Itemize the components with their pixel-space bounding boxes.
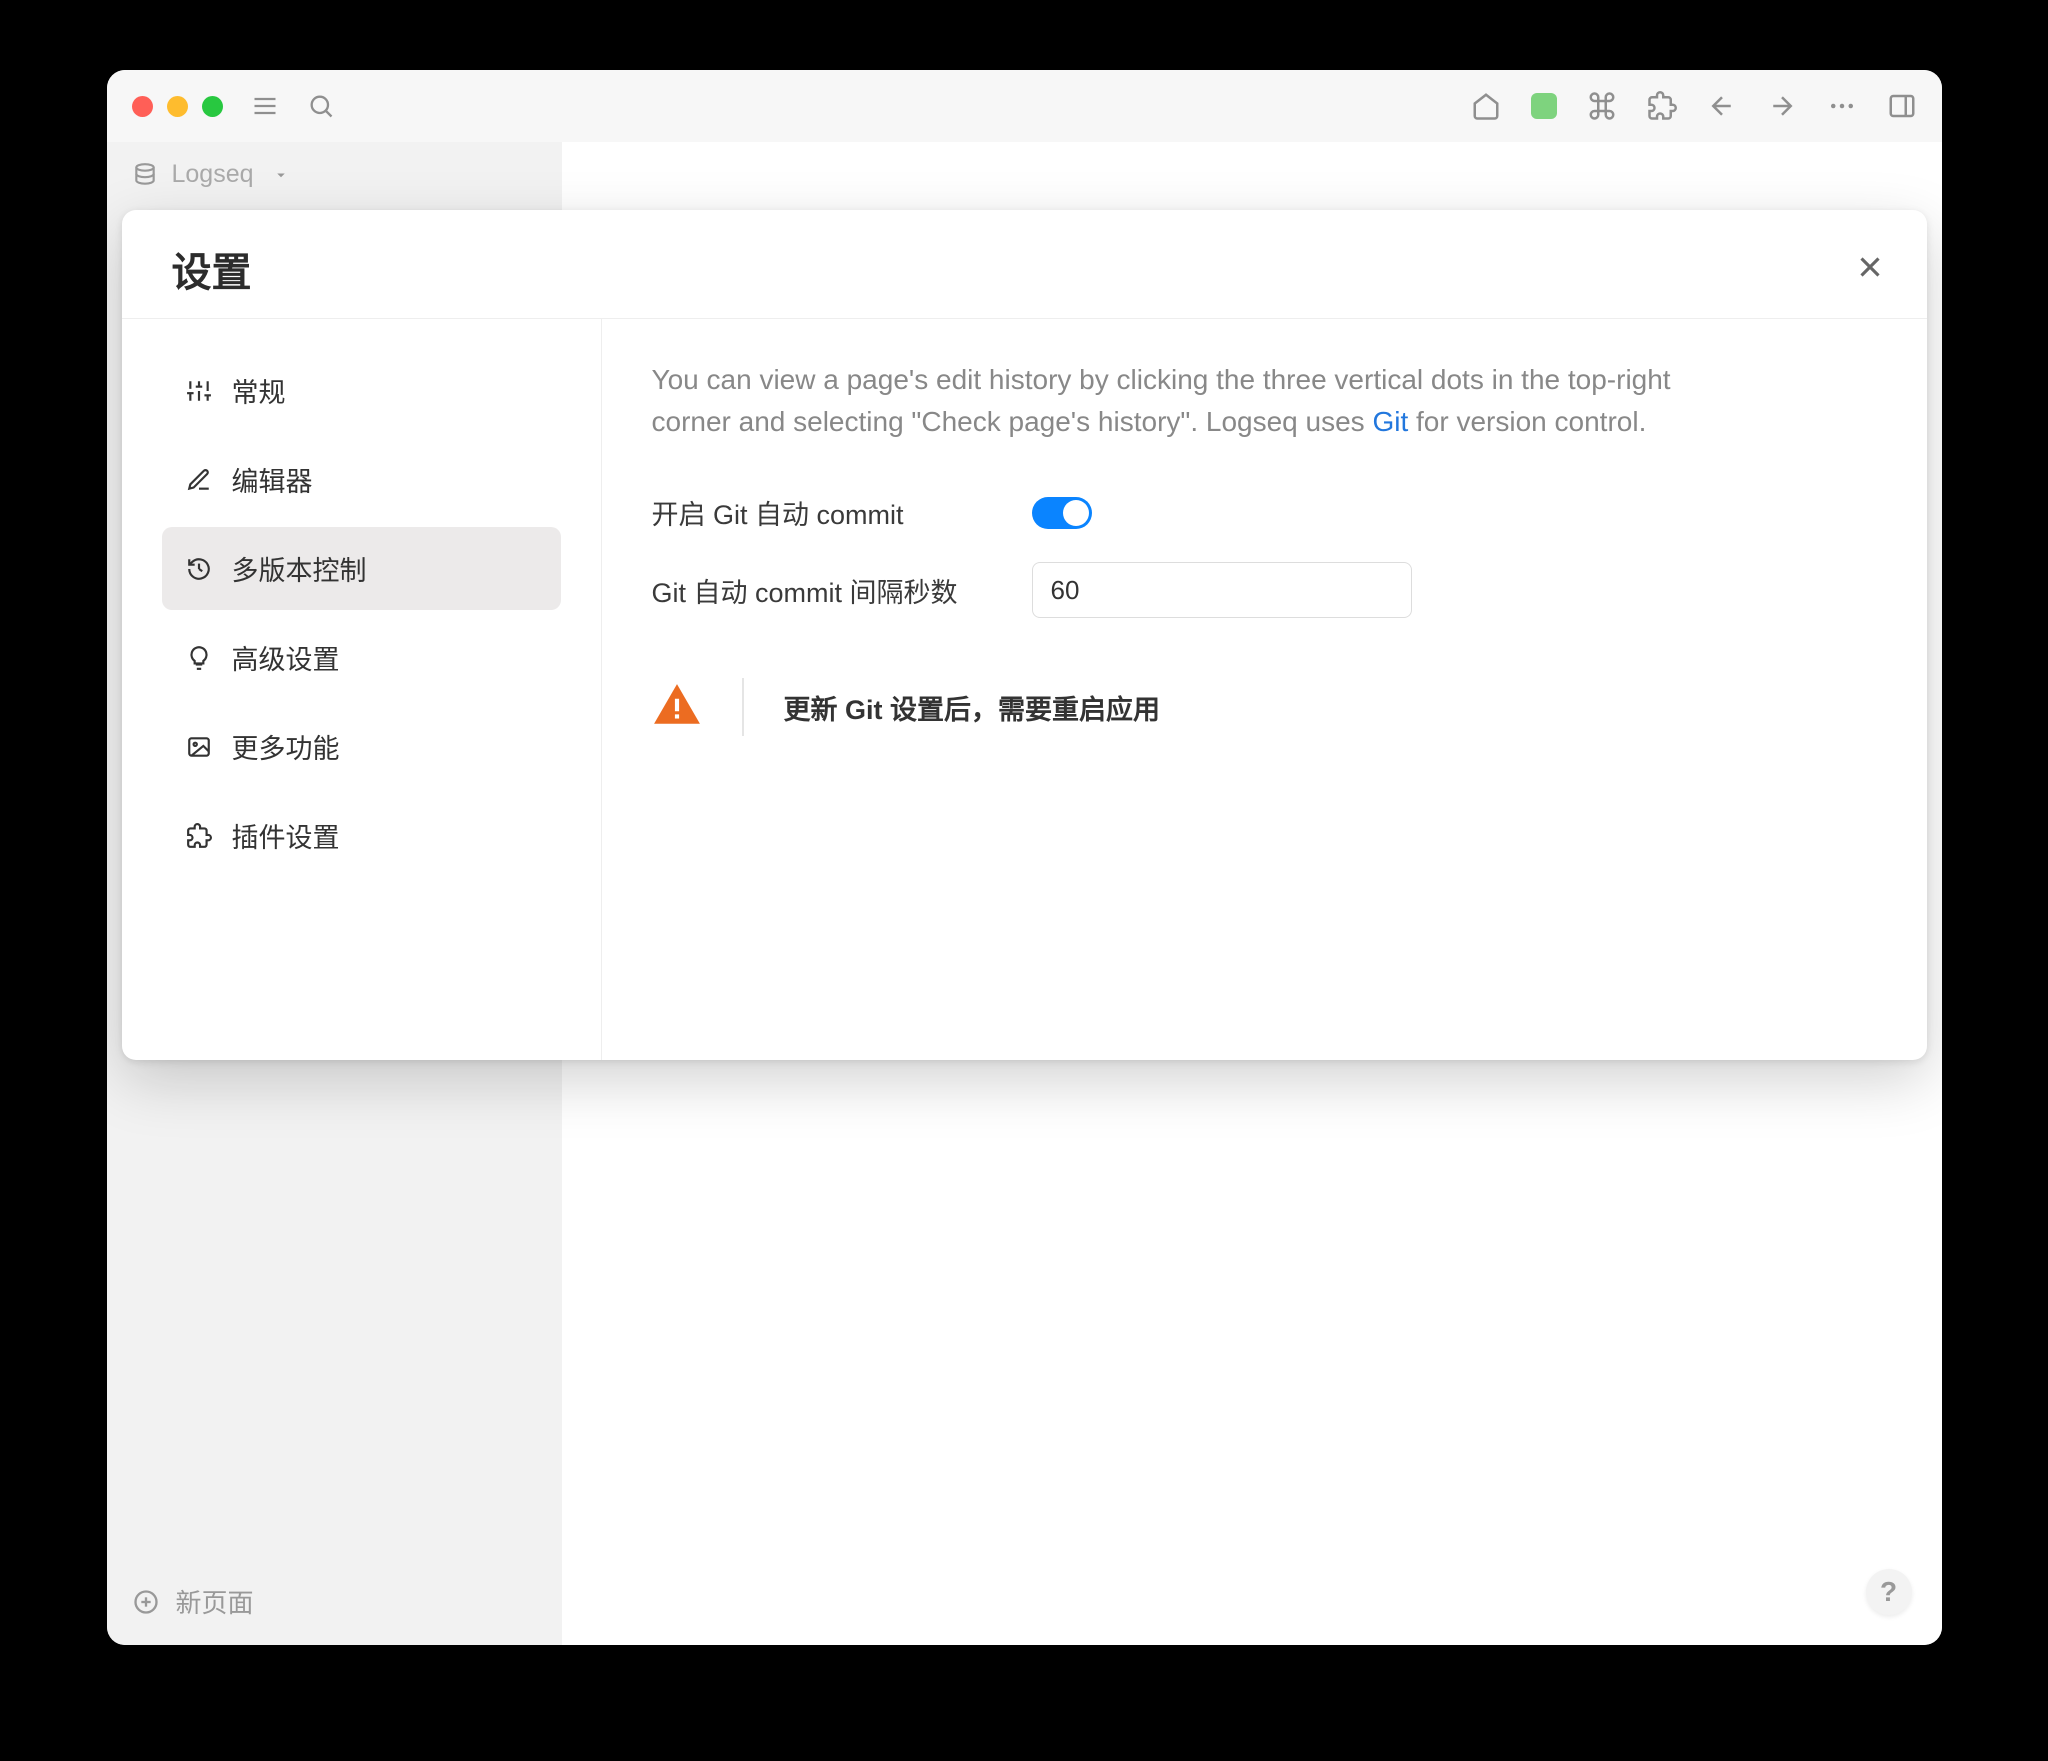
- nav-item-editor[interactable]: 编辑器: [162, 438, 561, 521]
- nav-item-plugin-settings[interactable]: 插件设置: [162, 794, 561, 877]
- help-button[interactable]: ?: [1866, 1569, 1912, 1615]
- right-sidebar-icon[interactable]: [1887, 91, 1917, 121]
- sync-status-icon[interactable]: [1531, 93, 1557, 119]
- description-text: You can view a page's edit history by cl…: [652, 359, 1732, 443]
- warning-text: 更新 Git 设置后，需要重启应用: [784, 688, 1161, 727]
- warning-icon: [652, 680, 702, 735]
- auto-commit-toggle[interactable]: [1032, 497, 1092, 529]
- db-selector[interactable]: Logseq: [132, 160, 537, 189]
- settings-content: You can view a page's edit history by cl…: [602, 319, 1927, 1060]
- traffic-lights: [132, 96, 223, 117]
- titlebar: [107, 70, 1942, 142]
- command-icon[interactable]: [1587, 91, 1617, 121]
- modal-body: 常规 编辑器 多版本控制 高级设置 更多功能: [122, 319, 1927, 1060]
- nav-item-general[interactable]: 常规: [162, 349, 561, 432]
- lightbulb-icon: [186, 645, 212, 671]
- desc-post: for version control.: [1408, 406, 1646, 437]
- new-page-label: 新页面: [176, 1583, 254, 1620]
- nav-item-version-control[interactable]: 多版本控制: [162, 527, 561, 610]
- forward-icon[interactable]: [1767, 91, 1797, 121]
- back-icon[interactable]: [1707, 91, 1737, 121]
- minimize-window-button[interactable]: [167, 96, 188, 117]
- close-icon[interactable]: [1853, 250, 1887, 289]
- more-icon[interactable]: [1827, 91, 1857, 121]
- warning-box: 更新 Git 设置后，需要重启应用: [652, 678, 1877, 736]
- maximize-window-button[interactable]: [202, 96, 223, 117]
- edit-icon: [186, 467, 212, 493]
- interval-input[interactable]: [1032, 562, 1412, 618]
- nav-item-features[interactable]: 更多功能: [162, 705, 561, 788]
- nav-item-label: 多版本控制: [232, 549, 367, 588]
- search-icon[interactable]: [307, 92, 335, 120]
- sliders-icon: [186, 378, 212, 404]
- close-window-button[interactable]: [132, 96, 153, 117]
- settings-nav: 常规 编辑器 多版本控制 高级设置 更多功能: [122, 319, 602, 1060]
- plus-circle-icon: [132, 1588, 160, 1616]
- plugin-icon[interactable]: [1647, 91, 1677, 121]
- nav-item-label: 编辑器: [232, 460, 313, 499]
- image-icon: [186, 734, 212, 760]
- nav-item-label: 更多功能: [232, 727, 340, 766]
- nav-item-label: 高级设置: [232, 638, 340, 677]
- history-icon: [186, 556, 212, 582]
- chevron-down-icon: [272, 166, 290, 184]
- setting-row-interval: Git 自动 commit 间隔秒数: [652, 562, 1877, 618]
- menu-icon[interactable]: [251, 92, 279, 120]
- modal-header: 设置: [122, 210, 1927, 319]
- db-name-label: Logseq: [172, 160, 254, 189]
- puzzle-icon: [186, 823, 212, 849]
- nav-item-advanced[interactable]: 高级设置: [162, 616, 561, 699]
- modal-title: 设置: [172, 240, 252, 298]
- interval-label: Git 自动 commit 间隔秒数: [652, 571, 1032, 610]
- new-page-button[interactable]: 新页面: [132, 1583, 254, 1620]
- nav-item-label: 插件设置: [232, 816, 340, 855]
- nav-item-label: 常规: [232, 371, 286, 410]
- database-icon: [132, 162, 158, 188]
- app-window: Logseq 新页面 ? 设置 常规 编辑器: [107, 70, 1942, 1645]
- settings-modal: 设置 常规 编辑器 多版本控制: [122, 210, 1927, 1060]
- git-link[interactable]: Git: [1372, 406, 1408, 437]
- warning-divider: [742, 678, 744, 736]
- setting-row-auto-commit: 开启 Git 自动 commit: [652, 493, 1877, 532]
- toolbar-right: [1471, 91, 1917, 121]
- home-icon[interactable]: [1471, 91, 1501, 121]
- auto-commit-label: 开启 Git 自动 commit: [652, 493, 1032, 532]
